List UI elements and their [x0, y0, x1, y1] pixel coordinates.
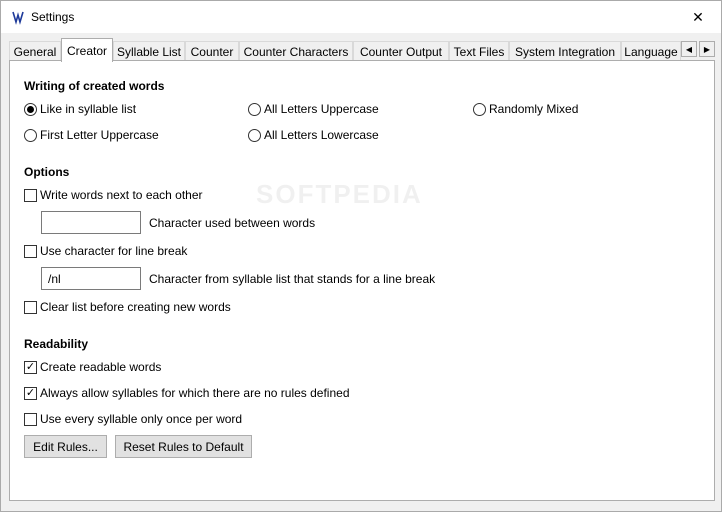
tab-general[interactable]: General: [9, 41, 61, 61]
check-use-line-break[interactable]: Use character for line break: [24, 243, 187, 259]
radio-all-upper[interactable]: All Letters Uppercase: [248, 101, 379, 117]
tab-counter[interactable]: Counter: [185, 41, 239, 61]
tab-scroll-left[interactable]: ◀: [681, 41, 697, 57]
between-char-label: Character used between words: [149, 216, 316, 230]
softpedia-watermark: SOFTPEDIA: [256, 179, 423, 209]
tab-syllable-list[interactable]: Syllable List: [113, 41, 185, 61]
writing-section-title: Writing of created words: [24, 79, 165, 93]
check-create-readable[interactable]: ✓ Create readable words: [24, 359, 161, 375]
creator-panel: Writing of created words Like in syllabl…: [9, 60, 715, 501]
tab-scroll-right[interactable]: ▶: [699, 41, 715, 57]
check-allow-undefined[interactable]: ✓ Always allow syllables for which there…: [24, 385, 350, 401]
tab-text-files[interactable]: Text Files: [449, 41, 509, 61]
tab-counter-characters[interactable]: Counter Characters: [239, 41, 353, 61]
tab-system-integration[interactable]: System Integration: [509, 41, 621, 61]
checkbox-indicator: [24, 188, 37, 202]
app-icon: [11, 10, 25, 25]
radio-like-syllable[interactable]: Like in syllable list: [24, 101, 136, 117]
radio-indicator: [248, 128, 261, 142]
between-char-input[interactable]: [41, 211, 141, 234]
settings-window: Settings ✕ General Creator Syllable List…: [0, 0, 722, 512]
tab-creator[interactable]: Creator: [61, 38, 113, 62]
radio-first-upper[interactable]: First Letter Uppercase: [24, 127, 159, 143]
checkbox-indicator: [24, 412, 37, 426]
checkbox-indicator: [24, 300, 37, 314]
radio-indicator: [24, 102, 37, 116]
radio-indicator: [24, 128, 37, 142]
radio-random-mixed[interactable]: Randomly Mixed: [473, 101, 578, 117]
readability-section-title: Readability: [24, 337, 89, 351]
window-title: Settings: [31, 10, 75, 24]
check-clear-list[interactable]: Clear list before creating new words: [24, 299, 231, 315]
options-section-title: Options: [24, 165, 70, 179]
chevron-left-icon: ◀: [685, 44, 693, 54]
tab-counter-output[interactable]: Counter Output: [353, 41, 449, 61]
line-break-label: Character from syllable list that stands…: [149, 272, 436, 286]
title-bar: Settings ✕: [1, 1, 721, 33]
edit-rules-button[interactable]: Edit Rules...: [24, 435, 107, 458]
radio-indicator: [473, 102, 486, 116]
tab-strip: General Creator Syllable List Counter Co…: [9, 38, 721, 62]
radio-indicator: [248, 102, 261, 116]
line-break-input[interactable]: [41, 267, 141, 290]
close-icon: ✕: [692, 8, 704, 25]
tab-language[interactable]: Language: [621, 41, 681, 61]
radio-all-lower[interactable]: All Letters Lowercase: [248, 127, 379, 143]
checkmark-icon: ✓: [24, 386, 37, 400]
checkbox-indicator: [24, 244, 37, 258]
reset-rules-button[interactable]: Reset Rules to Default: [115, 435, 252, 458]
check-next-to-each-other[interactable]: Write words next to each other: [24, 187, 203, 203]
checkmark-icon: ✓: [24, 360, 37, 374]
check-once-per-word[interactable]: Use every syllable only once per word: [24, 411, 242, 427]
chevron-right-icon: ▶: [703, 44, 711, 54]
close-button[interactable]: ✕: [675, 1, 721, 33]
